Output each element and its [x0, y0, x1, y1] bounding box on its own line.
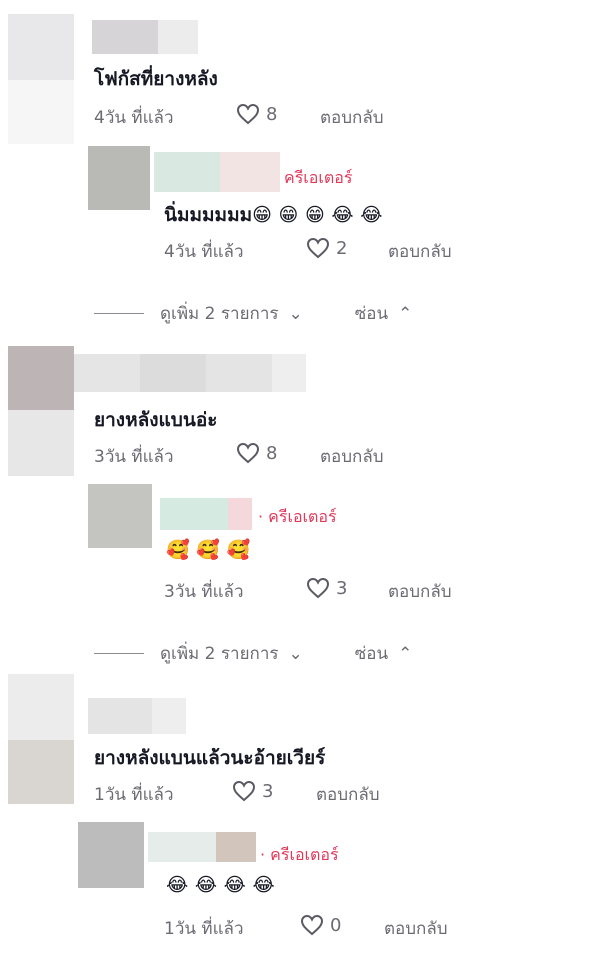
reply-text: 🥰 🥰 🥰	[166, 539, 251, 561]
reply-avatar[interactable]	[88, 146, 150, 210]
heart-icon	[306, 577, 330, 599]
heart-icon	[236, 442, 260, 464]
heart-icon	[306, 237, 330, 259]
chevron-down-icon[interactable]: ⌄	[289, 644, 303, 664]
reply-button[interactable]: ตอบกลับ	[384, 915, 448, 942]
avatar-bottom	[8, 80, 74, 144]
view-more-row: ดูเพิ่ม 2 รายการ ⌄ ซ่อน ⌃	[94, 640, 412, 667]
comment-time: 3วัน ที่แล้ว	[94, 447, 174, 467]
reply-username-blurred[interactable]	[148, 832, 216, 862]
comment-time: 4วัน ที่แล้ว	[94, 108, 174, 128]
like-button[interactable]: 3	[232, 780, 273, 802]
like-count: 0	[330, 914, 342, 936]
view-more-row: ดูเพิ่ม 2 รายการ ⌄ ซ่อน ⌃	[94, 300, 412, 327]
avatar[interactable]	[8, 346, 74, 410]
like-count: 3	[336, 577, 348, 599]
chevron-down-icon[interactable]: ⌄	[289, 304, 303, 324]
heart-icon	[232, 780, 256, 802]
view-more-button[interactable]: ดูเพิ่ม 2 รายการ	[160, 640, 279, 667]
divider	[94, 313, 144, 314]
reply-username-blurred[interactable]	[154, 152, 220, 192]
hide-button[interactable]: ซ่อน	[355, 640, 388, 667]
username-blurred-3	[206, 354, 272, 392]
reply-time: 3วัน ที่แล้ว	[164, 582, 244, 602]
chevron-up-icon[interactable]: ⌃	[398, 644, 412, 664]
reply-button[interactable]: ตอบกลับ	[388, 578, 452, 605]
creator-badge: ครีเอเตอร์	[284, 168, 353, 187]
like-count: 8	[266, 442, 278, 464]
comment-text: ยางหลังแบนแล้วนะอ้ายเวียร์	[94, 747, 326, 769]
reply-username-blurred-2	[220, 152, 280, 192]
heart-icon	[300, 914, 324, 936]
avatar[interactable]	[8, 14, 74, 80]
username-blurred-2	[152, 698, 186, 734]
reply-button[interactable]: ตอบกลับ	[320, 443, 384, 470]
reply-avatar[interactable]	[78, 822, 144, 888]
reply-button[interactable]: ตอบกลับ	[320, 104, 384, 131]
avatar[interactable]	[8, 674, 74, 740]
comment-text: โฟกัสที่ยางหลัง	[94, 68, 218, 90]
divider	[94, 653, 144, 654]
reply-username-blurred-2	[228, 498, 252, 530]
reply-username-blurred-2	[216, 832, 256, 862]
avatar-bottom	[8, 410, 74, 476]
hide-button[interactable]: ซ่อน	[355, 300, 388, 327]
view-more-button[interactable]: ดูเพิ่ม 2 รายการ	[160, 300, 279, 327]
like-count: 3	[262, 780, 274, 802]
like-button[interactable]: 8	[236, 442, 277, 464]
reply-text: นิ่มมมมมม😁 😁 😁 😂 😂	[164, 204, 383, 226]
comment-text: ยางหลังแบนอ่ะ	[94, 409, 218, 431]
reply-like-button[interactable]: 0	[300, 914, 341, 936]
like-button[interactable]: 8	[236, 103, 277, 125]
reply-like-button[interactable]: 2	[306, 237, 347, 259]
username-blurred-4	[272, 354, 306, 392]
heart-icon	[236, 103, 260, 125]
reply-button[interactable]: ตอบกลับ	[388, 238, 452, 265]
username-blurred-2	[158, 20, 198, 54]
reply-text: 😂 😂 😂 😂	[166, 874, 275, 896]
reply-avatar[interactable]	[88, 484, 152, 548]
username-blurred[interactable]	[88, 698, 152, 734]
like-count: 2	[336, 237, 348, 259]
creator-badge: · ครีเอเตอร์	[258, 507, 337, 526]
username-blurred[interactable]	[92, 20, 158, 54]
reply-like-button[interactable]: 3	[306, 577, 347, 599]
creator-badge: · ครีเอเตอร์	[260, 845, 339, 864]
reply-button[interactable]: ตอบกลับ	[316, 781, 380, 808]
username-blurred-2	[140, 354, 206, 392]
chevron-up-icon[interactable]: ⌃	[398, 304, 412, 324]
reply-username-blurred[interactable]	[160, 498, 228, 530]
like-count: 8	[266, 103, 278, 125]
comment-time: 1วัน ที่แล้ว	[94, 785, 174, 805]
username-blurred[interactable]	[74, 354, 140, 392]
reply-time: 1วัน ที่แล้ว	[164, 919, 244, 939]
avatar-bottom	[8, 740, 74, 804]
reply-time: 4วัน ที่แล้ว	[164, 242, 244, 262]
